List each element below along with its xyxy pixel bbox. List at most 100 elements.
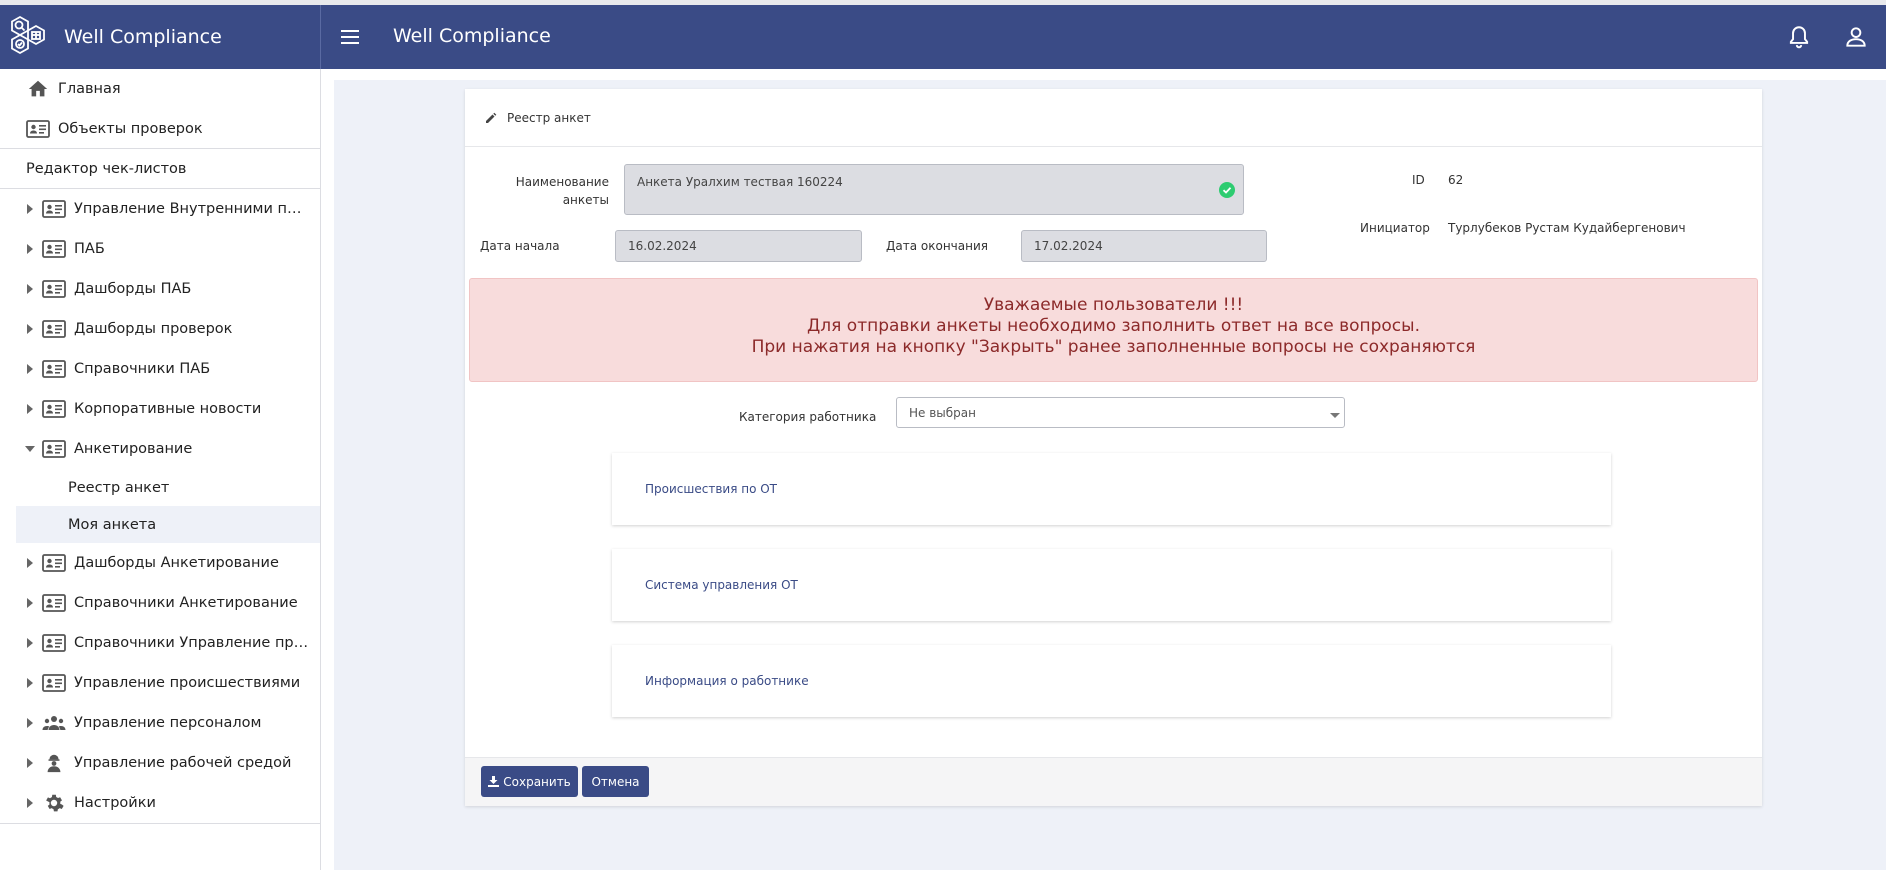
id-card-icon (42, 280, 66, 298)
sidebar-item-label: Управление происшествиями (74, 675, 301, 691)
sidebar-item-label: Дашборды Анкетирование (74, 555, 279, 571)
chevron-right-icon (27, 558, 33, 568)
id-card-icon (42, 634, 66, 652)
id-card-icon (42, 360, 66, 378)
initiator-value: Турлубеков Рустам Кудайбергенович (1448, 221, 1686, 235)
sidebar-item-incident-management[interactable]: Управление происшествиями (0, 663, 320, 703)
section-ot-incidents[interactable]: Происшествия по ОТ (612, 453, 1611, 525)
id-card-icon (42, 594, 66, 612)
survey-name-label-line1: Наименование (515, 175, 609, 189)
survey-name-field[interactable]: Анкета Уралхим тествая 160224 (624, 164, 1244, 215)
sidebar-item-label: Справочники ПАБ (74, 361, 211, 377)
id-card-icon (42, 674, 66, 692)
worker-category-value: Не выбран (909, 405, 976, 420)
sidebar-item-pab[interactable]: ПАБ (0, 229, 320, 269)
sidebar: Главная Объекты проверок Редактор чек-ли… (0, 69, 321, 870)
chevron-right-icon (27, 324, 33, 334)
id-label: ID (1412, 173, 1425, 187)
sidebar-item-label: Управление персоналом (74, 715, 262, 731)
sidebar-subitem-my-survey[interactable]: Моя анкета (16, 506, 320, 543)
sidebar-item-label: Дашборды проверок (74, 321, 233, 337)
user-icon[interactable] (1843, 24, 1869, 50)
dropdown-arrow-icon (1330, 413, 1340, 418)
sidebar-item-audit-dashboards[interactable]: Дашборды проверок (0, 309, 320, 349)
sidebar-item-survey-dashboards[interactable]: Дашборды Анкетирование (0, 543, 320, 583)
sidebar-item-incident-references[interactable]: Справочники Управление происшествиями (0, 623, 320, 663)
chevron-right-icon (27, 244, 33, 254)
chevron-right-icon (27, 718, 33, 728)
start-date-value: 16.02.2024 (628, 239, 697, 253)
chevron-down-icon (25, 446, 35, 452)
sidebar-item-survey-references[interactable]: Справочники Анкетирование (0, 583, 320, 623)
sidebar-item-settings[interactable]: Настройки (0, 783, 320, 823)
sidebar-item-pab-dashboards[interactable]: Дашборды ПАБ (0, 269, 320, 309)
section-label: Информация о работнике (645, 674, 809, 688)
sidebar-item-label: Настройки (74, 795, 156, 811)
section-ot-management[interactable]: Система управления ОТ (612, 549, 1611, 621)
sidebar-item-surveys[interactable]: Анкетирование (0, 429, 320, 469)
start-date-label: Дата начала (480, 239, 560, 253)
sidebar-item-work-environment[interactable]: Управление рабочей средой (0, 743, 320, 783)
section-label: Происшествия по ОТ (645, 482, 778, 496)
sidebar-subitem-survey-registry[interactable]: Реестр анкет (0, 469, 320, 506)
sidebar-item-label: Справочники Анкетирование (74, 595, 298, 611)
sidebar-top: Главная Объекты проверок (0, 69, 320, 149)
start-date-field[interactable]: 16.02.2024 (615, 230, 862, 262)
sidebar-item-personnel[interactable]: Управление персоналом (0, 703, 320, 743)
sidebar-section-title[interactable]: Редактор чек-листов (0, 149, 320, 189)
section-worker-info[interactable]: Информация о работнике (612, 645, 1611, 717)
sidebar-item-label: Управление рабочей средой (74, 755, 292, 771)
id-value: 62 (1448, 173, 1464, 187)
chevron-right-icon (27, 204, 33, 214)
sidebar-item-label: Объекты проверок (58, 121, 203, 137)
worker-category-label: Категория работника (739, 410, 877, 424)
menu-icon[interactable] (338, 25, 362, 49)
sidebar-item-label: Анкетирование (74, 441, 193, 457)
cancel-button[interactable]: Отмена (582, 766, 649, 797)
alert-line-3: При нажатия на кнопку "Закрыть" ранее за… (751, 337, 1476, 357)
worker-category-select[interactable]: Не выбран (896, 397, 1345, 428)
section-label: Система управления ОТ (645, 578, 798, 592)
alert-line-1: Уважаемые пользователи !!! (983, 295, 1244, 315)
chevron-right-icon (27, 678, 33, 688)
sidebar-item-pab-references[interactable]: Справочники ПАБ (0, 349, 320, 389)
end-date-field[interactable]: 17.02.2024 (1021, 230, 1267, 262)
sidebar-item-inspection-objects[interactable]: Объекты проверок (0, 109, 320, 149)
sidebar-list: Управление Внутренними проверками ПАБ Да… (0, 189, 320, 824)
pencil-icon (486, 112, 497, 123)
chevron-right-icon (27, 758, 33, 768)
sidebar-item-label: Справочники Управление происшествиями (74, 635, 310, 651)
chevron-right-icon (27, 798, 33, 808)
warning-alert: Уважаемые пользователи !!! Для отправки … (469, 278, 1758, 382)
sidebar-item-home[interactable]: Главная (0, 69, 320, 109)
chevron-right-icon (27, 598, 33, 608)
breadcrumb[interactable]: Реестр анкет (507, 111, 591, 125)
sidebar-item-label: Главная (58, 81, 121, 97)
survey-card: Реестр анкет Наименование анкеты Анкета … (465, 89, 1762, 806)
sidebar-item-label: Дашборды ПАБ (74, 281, 192, 297)
chevron-right-icon (27, 364, 33, 374)
card-footer: Сохранить Отмена (465, 757, 1762, 806)
chevron-right-icon (27, 638, 33, 648)
card-header: Реестр анкет (465, 89, 1762, 147)
id-card-icon (42, 440, 66, 458)
id-card-icon (42, 400, 66, 418)
sidebar-item-internal-audits[interactable]: Управление Внутренними проверками (0, 189, 320, 229)
end-date-value: 17.02.2024 (1034, 239, 1103, 253)
gear-icon (46, 794, 64, 812)
save-button[interactable]: Сохранить (481, 766, 578, 797)
people-icon (42, 716, 66, 730)
sidebar-item-corporate-news[interactable]: Корпоративные новости (0, 389, 320, 429)
id-card-icon (26, 120, 50, 138)
page-title: Well Compliance (393, 25, 551, 47)
id-card-icon (42, 320, 66, 338)
survey-name-value: Анкета Уралхим тествая 160224 (637, 175, 843, 189)
initiator-label: Инициатор (1360, 221, 1430, 235)
check-circle-icon (1219, 182, 1235, 198)
bell-icon[interactable] (1786, 24, 1812, 50)
alert-line-2: Для отправки анкеты необходимо заполнить… (807, 316, 1420, 336)
sidebar-item-label: Корпоративные новости (74, 401, 262, 417)
end-date-label: Дата окончания (886, 239, 988, 253)
chevron-right-icon (27, 284, 33, 294)
id-card-icon (42, 240, 66, 258)
